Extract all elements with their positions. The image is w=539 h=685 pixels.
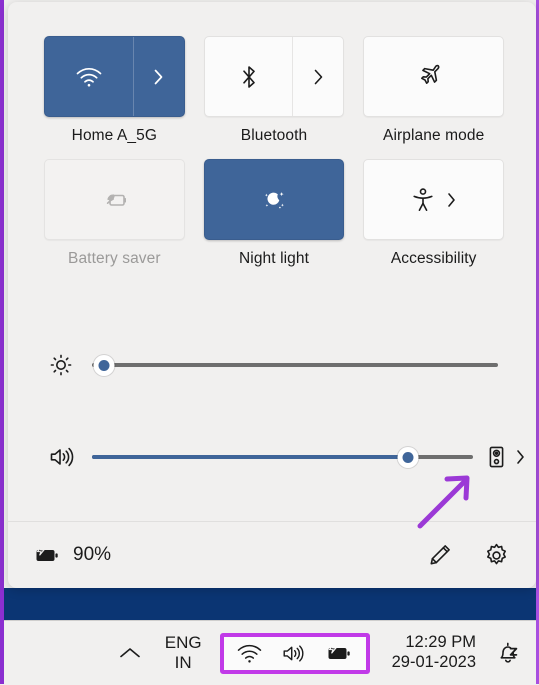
tile-night-light[interactable] (203, 159, 345, 240)
airplane-icon (419, 63, 449, 91)
tile-cell-bluetooth: Bluetooth (203, 36, 345, 145)
tile-cell-airplane: Airplane mode (363, 36, 505, 145)
language-indicator[interactable]: ENG IN (165, 633, 202, 672)
volume-slider-thumb[interactable] (397, 446, 419, 468)
tile-cell-night-light: Night light (203, 159, 345, 268)
tile-label-battery-saver: Battery saver (68, 250, 161, 267)
wifi-icon[interactable] (236, 643, 263, 664)
volume-output-selector[interactable] (487, 445, 526, 469)
tile-accessibility-content[interactable] (364, 160, 503, 239)
tile-label-wifi: Home A_5G (71, 127, 157, 144)
tile-battery-saver[interactable] (44, 159, 185, 240)
tile-accessibility[interactable] (363, 159, 505, 240)
battery-leaf-icon (99, 190, 129, 210)
battery-charging-icon (32, 544, 62, 566)
language-line-2: IN (174, 653, 192, 672)
screen: Home A_5G Bluetooth Airplane mode Batter… (0, 0, 539, 685)
language-line-1: ENG (164, 633, 202, 653)
tile-label-accessibility: Accessibility (390, 250, 477, 267)
brightness-slider-track (92, 363, 498, 367)
chevron-up-icon[interactable] (117, 645, 143, 661)
battery-percent-label: 90% (73, 544, 112, 565)
tile-wifi[interactable] (44, 36, 185, 117)
volume-slider-row (48, 442, 526, 472)
quick-settings-tile-grid: Home A_5G Bluetooth Airplane mode Batter… (44, 36, 505, 282)
tile-bluetooth[interactable] (203, 36, 345, 117)
tile-cell-battery-saver: Battery saver (44, 159, 185, 268)
tile-label-night-light: Night light (238, 250, 310, 267)
speaker-device-icon (487, 445, 506, 469)
brightness-slider[interactable] (92, 350, 498, 380)
clock-date: 29-01-2023 (391, 653, 476, 671)
battery-status[interactable]: 90% (32, 544, 111, 566)
system-tray-icons[interactable] (219, 632, 370, 674)
tile-row: Battery saver Night light Accessibility (44, 159, 505, 268)
chevron-right-icon (312, 67, 325, 87)
tile-label-bluetooth: Bluetooth (240, 127, 308, 144)
quick-settings-panel: Home A_5G Bluetooth Airplane mode Batter… (8, 2, 536, 588)
tile-row: Home A_5G Bluetooth Airplane mode (44, 36, 505, 145)
tile-wifi-toggle[interactable] (45, 37, 133, 116)
brightness-slider-thumb[interactable] (93, 354, 115, 376)
chevron-right-icon (152, 67, 165, 87)
brightness-icon (48, 352, 92, 378)
gear-icon[interactable] (483, 542, 510, 569)
pencil-icon[interactable] (427, 542, 453, 568)
tile-cell-accessibility: Accessibility (363, 159, 505, 268)
tile-bluetooth-toggle[interactable] (205, 37, 293, 116)
brightness-slider-row (48, 350, 498, 380)
bluetooth-icon (239, 63, 259, 91)
desktop-wallpaper-strip (4, 588, 536, 620)
moon-icon (259, 186, 289, 214)
wifi-icon (75, 66, 103, 88)
tile-wifi-chevron[interactable] (132, 37, 184, 116)
tile-bluetooth-chevron[interactable] (292, 37, 343, 116)
clock[interactable]: 12:29 PM 29-01-2023 (392, 633, 476, 673)
chevron-right-icon (446, 191, 457, 209)
footer-actions (427, 542, 510, 569)
chevron-right-icon (515, 448, 526, 466)
volume-slider[interactable] (92, 442, 473, 472)
volume-icon (48, 444, 92, 470)
tile-cell-wifi: Home A_5G (44, 36, 185, 145)
tile-airplane-mode[interactable] (363, 36, 505, 117)
tile-airplane-toggle[interactable] (364, 37, 503, 116)
battery-charging-icon[interactable] (324, 642, 354, 664)
volume-icon[interactable] (280, 642, 307, 665)
tile-label-airplane: Airplane mode (383, 127, 485, 144)
clock-time: 12:29 PM (405, 633, 476, 652)
tile-night-light-toggle[interactable] (205, 160, 344, 239)
bell-dnd-icon[interactable] (494, 639, 522, 667)
accessibility-icon (410, 186, 436, 214)
taskbar: ENG IN 12:29 PM 29-01-2023 (4, 620, 536, 685)
tile-battery-saver-toggle[interactable] (45, 160, 184, 239)
volume-slider-fill (92, 455, 409, 459)
quick-settings-footer: 90% (8, 522, 536, 588)
